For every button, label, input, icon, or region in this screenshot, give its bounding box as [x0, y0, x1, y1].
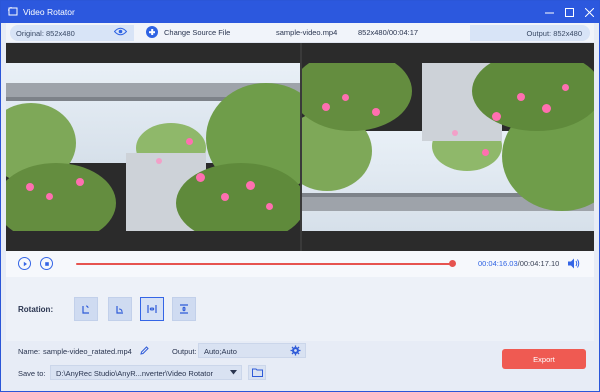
dropdown-arrow-icon[interactable]	[230, 370, 237, 375]
maximize-icon	[564, 7, 574, 17]
play-button[interactable]	[18, 257, 31, 270]
original-video-preview	[6, 63, 300, 231]
minimize-button[interactable]	[542, 5, 556, 19]
eye-icon[interactable]	[114, 27, 127, 36]
output-format-label: Output:	[172, 347, 197, 356]
rotation-label: Rotation:	[18, 305, 54, 314]
change-source-file-button[interactable]: Change Source File	[164, 28, 230, 37]
stop-icon	[44, 261, 49, 266]
window-title: Video Rotator	[23, 7, 75, 17]
output-resolution-badge: Output: 852x480	[470, 25, 590, 41]
rotate-left-button[interactable]	[74, 297, 98, 321]
add-source-icon[interactable]	[146, 26, 158, 38]
rotation-panel: Rotation:	[6, 277, 594, 341]
flip-vertical-button[interactable]	[172, 297, 196, 321]
export-button[interactable]: Export	[502, 349, 586, 369]
save-path-value: D:\AnyRec Studio\AnyR...nverter\Video Ro…	[56, 369, 214, 378]
save-path-field[interactable]: D:\AnyRec Studio\AnyR...nverter\Video Ro…	[50, 365, 242, 380]
source-file-name: sample-video.mp4	[276, 28, 338, 37]
output-resolution-label: Output: 852x480	[526, 29, 582, 38]
title-bar: Video Rotator	[1, 1, 599, 23]
gear-icon[interactable]	[290, 345, 301, 356]
original-resolution-label: Original: 852x480	[16, 29, 75, 38]
output-file-name[interactable]: sample-video_ratated.mp4	[43, 347, 132, 356]
video-preview-area	[6, 43, 594, 251]
folder-icon	[252, 368, 263, 377]
minimize-icon	[544, 12, 554, 13]
close-icon	[584, 7, 594, 17]
playback-bar: 00:04:16.03/00:04:17.10	[6, 251, 594, 277]
flip-vertical-icon	[180, 304, 188, 314]
name-label: Name:	[18, 347, 41, 356]
save-to-label: Save to:	[18, 369, 46, 378]
flip-horizontal-icon	[147, 305, 157, 313]
rotate-left-icon	[82, 305, 89, 314]
source-file-meta: 852x480/00:04:17	[358, 28, 419, 37]
app-logo-icon	[8, 7, 18, 16]
current-time: 00:04:16.03	[478, 259, 518, 268]
time-display: 00:04:16.03/00:04:17.10	[478, 259, 559, 268]
output-format-value: Auto;Auto	[204, 347, 237, 356]
stop-button[interactable]	[40, 257, 53, 270]
flip-horizontal-button[interactable]	[140, 297, 164, 321]
file-info-bar: Original: 852x480 Change Source File sam…	[6, 23, 594, 43]
browse-folder-button[interactable]	[248, 365, 266, 380]
rotate-right-icon	[116, 306, 123, 314]
output-video-preview	[302, 63, 594, 231]
video-rotator-window: Video Rotator Original: 852x480 Change S…	[0, 0, 600, 392]
edit-pencil-icon[interactable]	[140, 346, 149, 355]
output-settings-panel: Name: sample-video_ratated.mp4 Output: A…	[6, 341, 594, 387]
progress-track[interactable]	[76, 263, 454, 265]
play-icon	[23, 261, 27, 266]
maximize-button[interactable]	[562, 5, 576, 19]
close-button[interactable]	[582, 5, 596, 19]
progress-handle[interactable]	[449, 260, 457, 267]
volume-icon[interactable]	[568, 258, 580, 269]
total-time: /00:04:17.10	[517, 259, 560, 268]
rotate-right-button[interactable]	[108, 297, 132, 321]
